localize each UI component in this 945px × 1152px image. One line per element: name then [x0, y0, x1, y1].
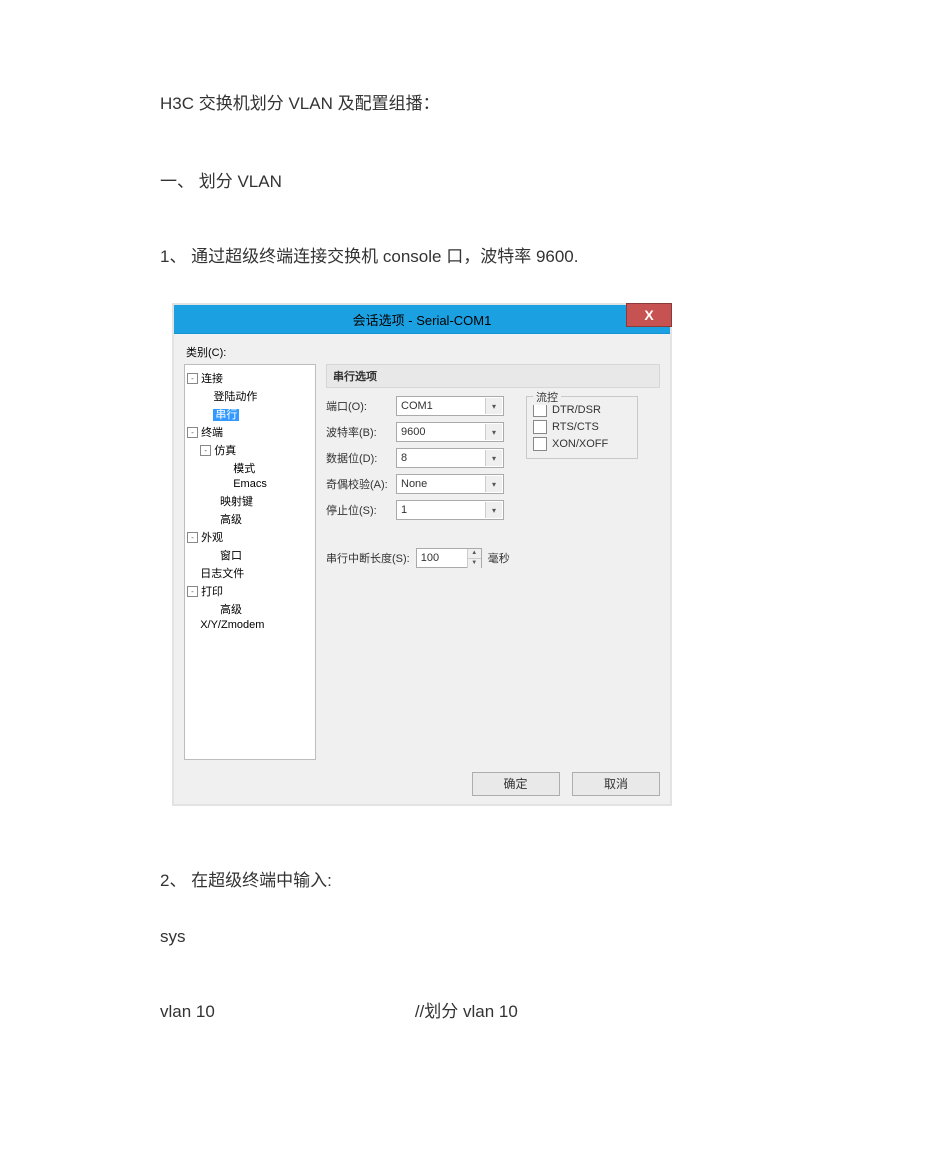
stopbits-label: 停止位(S): [326, 502, 396, 518]
parity-select[interactable]: None▾ [396, 474, 504, 494]
databits-label: 数据位(D): [326, 450, 396, 466]
serial-options-heading: 串行选项 [326, 364, 660, 388]
tree-node[interactable]: 高级 [220, 514, 242, 526]
expand-icon[interactable]: - [187, 427, 198, 438]
tree-node[interactable]: X/Y/Zmodem [200, 619, 264, 631]
step-2: 2、 在超级终端中输入: [160, 866, 785, 891]
xon-xoff-checkbox[interactable] [533, 437, 547, 451]
expand-icon[interactable]: - [200, 445, 211, 456]
tree-node[interactable]: 打印 [201, 586, 223, 598]
baud-select[interactable]: 9600▾ [396, 422, 504, 442]
command-sys: sys [160, 927, 785, 947]
chevron-down-icon: ▾ [485, 450, 502, 466]
tree-node[interactable]: Emacs [233, 478, 267, 490]
dialog-titlebar: 会话选项 - Serial-COM1 X [174, 305, 670, 334]
expand-icon[interactable]: - [187, 373, 198, 384]
spin-down-icon[interactable]: ▼ [467, 558, 481, 568]
stopbits-select[interactable]: 1▾ [396, 500, 504, 520]
category-tree[interactable]: - 连接 登陆动作 串行 - 终端 - 仿真 模式 Emacs 映射键 高级 -… [184, 364, 316, 760]
close-button[interactable]: X [626, 303, 672, 327]
dtr-dsr-checkbox[interactable] [533, 403, 547, 417]
dialog-title: 会话选项 - Serial-COM1 [174, 310, 670, 329]
tree-node[interactable]: 外观 [201, 532, 223, 544]
flow-control-group: 流控 DTR/DSR RTS/CTS XON/XOFF [526, 396, 638, 459]
expand-icon[interactable]: - [187, 586, 198, 597]
tree-node[interactable]: 登陆动作 [213, 391, 257, 403]
expand-icon[interactable]: - [187, 532, 198, 543]
chevron-down-icon: ▾ [485, 424, 502, 440]
break-length-spinner[interactable]: 100 ▲▼ [416, 548, 482, 568]
parity-label: 奇偶校验(A): [326, 476, 396, 492]
tree-node[interactable]: 终端 [201, 427, 223, 439]
rts-cts-checkbox[interactable] [533, 420, 547, 434]
break-length-unit: 毫秒 [488, 550, 510, 566]
tree-node[interactable]: 仿真 [214, 445, 236, 457]
tree-node-selected[interactable]: 串行 [213, 409, 239, 421]
step-1: 1、 通过超级终端连接交换机 console 口，波特率 9600. [160, 242, 785, 267]
port-select[interactable]: COM1▾ [396, 396, 504, 416]
command-vlan10: vlan 10//划分 vlan 10 [160, 997, 785, 1022]
xon-xoff-label: XON/XOFF [552, 438, 608, 450]
tree-node[interactable]: 连接 [201, 373, 223, 385]
spin-up-icon[interactable]: ▲ [467, 549, 481, 558]
chevron-down-icon: ▾ [485, 398, 502, 414]
tree-node[interactable]: 窗口 [220, 550, 242, 562]
rts-cts-label: RTS/CTS [552, 421, 599, 433]
break-length-label: 串行中断长度(S): [326, 550, 410, 566]
baud-label: 波特率(B): [326, 424, 396, 440]
section-heading: 一、 划分 VLAN [160, 167, 785, 192]
databits-select[interactable]: 8▾ [396, 448, 504, 468]
chevron-down-icon: ▾ [485, 476, 502, 492]
chevron-down-icon: ▾ [485, 502, 502, 518]
tree-node[interactable]: 高级 [220, 604, 242, 616]
port-label: 端口(O): [326, 398, 396, 414]
dtr-dsr-label: DTR/DSR [552, 404, 601, 416]
tree-node[interactable]: 映射键 [220, 496, 253, 508]
command-comment: //划分 vlan 10 [415, 997, 518, 1022]
ok-button[interactable]: 确定 [472, 772, 560, 796]
tree-node[interactable]: 模式 [233, 463, 255, 475]
flow-control-legend: 流控 [533, 389, 561, 405]
doc-title: H3C 交换机划分 VLAN 及配置组播： [160, 90, 785, 117]
tree-node[interactable]: 日志文件 [200, 568, 244, 580]
cancel-button[interactable]: 取消 [572, 772, 660, 796]
session-options-dialog: 会话选项 - Serial-COM1 X 类别(C): - 连接 登陆动作 串行… [172, 303, 672, 806]
category-label: 类别(C): [184, 344, 660, 360]
